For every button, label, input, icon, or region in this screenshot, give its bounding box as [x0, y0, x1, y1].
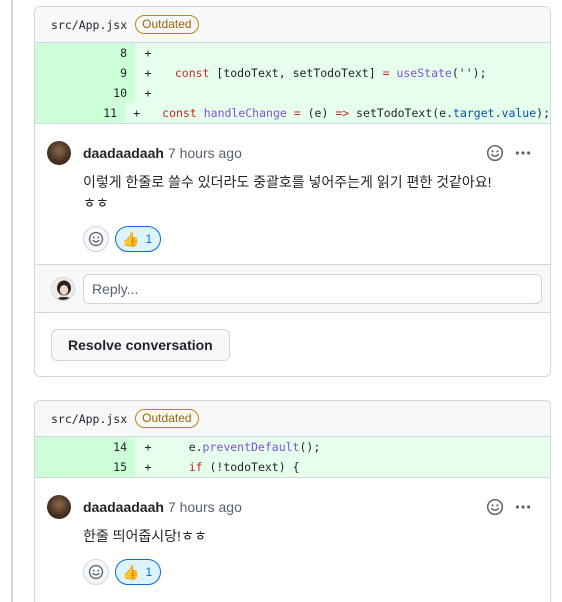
code-text: const [todoText, setTodoText] = useState… — [174, 66, 487, 80]
avatar[interactable] — [47, 495, 71, 519]
diff-sign: + — [144, 460, 152, 474]
line-number[interactable]: 8 — [35, 43, 135, 63]
review-thread: src/App.jsx Outdated 14 + e.preventDefaul… — [34, 400, 551, 602]
review-comment: daadaadaah 7 hours ago 한줄 띄어줍시당!ㅎㅎ 👍 1 — [35, 477, 550, 597]
diff-line: 15 + if (!todoText) { — [35, 457, 550, 477]
thumbs-up-icon: 👍 — [122, 230, 140, 247]
reply-input[interactable] — [83, 273, 542, 304]
reaction-count: 1 — [145, 565, 153, 579]
code-text: e.preventDefault(); — [161, 440, 321, 454]
line-number[interactable]: 9 — [35, 63, 135, 83]
comment-body: 한줄 띄어줍시당!ㅎㅎ — [83, 526, 534, 547]
comment-body: 이렇게 한줄로 쓸수 있더라도 중괄호를 넣어주는게 읽기 편한 것같아요! ㅎ… — [83, 172, 534, 214]
thumbs-up-reaction-button[interactable]: 👍 1 — [115, 559, 162, 585]
diff-line: 9 + const [todoText, setTodoText] = useSt… — [35, 63, 550, 83]
current-user-avatar — [51, 276, 75, 301]
code-text: const handleChange = (e) => setTodoText(… — [162, 106, 550, 120]
diff-line: 11 + const handleChange = (e) => setTodoT… — [35, 103, 550, 123]
smiley-icon — [88, 231, 104, 247]
line-number[interactable]: 14 — [35, 437, 135, 457]
reactions-bar: 👍 1 — [83, 559, 534, 585]
file-header: src/App.jsx Outdated — [35, 401, 550, 437]
smiley-icon[interactable] — [484, 496, 506, 518]
reaction-count: 1 — [145, 232, 153, 246]
comment-text: 이렇게 한줄로 쓸수 있더라도 중괄호를 넣어주는게 읽기 편한 것같아요! — [83, 174, 492, 190]
diff-sign: + — [144, 46, 152, 60]
reply-row — [35, 264, 550, 312]
smiley-icon[interactable] — [484, 142, 506, 164]
kebab-horizontal-icon[interactable] — [512, 496, 534, 518]
avatar[interactable] — [47, 141, 71, 165]
outdated-badge: Outdated — [135, 409, 199, 428]
timeline-rule — [11, 0, 13, 602]
review-thread: src/App.jsx Outdated 8 +9 + const [todoTex… — [34, 6, 551, 377]
resolve-area: Resolve conversation — [35, 312, 550, 376]
add-reaction-button[interactable] — [83, 559, 109, 585]
diff-sign: + — [133, 106, 141, 120]
resolve-conversation-button[interactable]: Resolve conversation — [51, 329, 230, 361]
review-comment: daadaadaah 7 hours ago 이렇게 한줄로 쓸수 있더라도 중… — [35, 123, 550, 264]
file-header: src/App.jsx Outdated — [35, 7, 550, 43]
diff-sign: + — [144, 86, 152, 100]
smiley-icon — [88, 564, 104, 580]
line-number[interactable]: 10 — [35, 83, 135, 103]
comment-author[interactable]: daadaadaah — [83, 145, 164, 161]
diff-line: 14 + e.preventDefault(); — [35, 437, 550, 457]
file-path-link[interactable]: src/App.jsx — [51, 412, 127, 426]
diff-hunk: 14 + e.preventDefault(); 15 + if (!todoText… — [35, 437, 550, 477]
line-number[interactable]: 15 — [35, 457, 135, 477]
add-reaction-button[interactable] — [83, 226, 109, 252]
file-path-link[interactable]: src/App.jsx — [51, 18, 127, 32]
kebab-horizontal-icon[interactable] — [512, 142, 534, 164]
outdated-badge: Outdated — [135, 15, 199, 34]
comment-timestamp[interactable]: 7 hours ago — [168, 499, 242, 515]
comment-author[interactable]: daadaadaah — [83, 499, 164, 515]
diff-sign: + — [144, 440, 152, 454]
comment-text: 한줄 띄어줍시당!ㅎㅎ — [83, 528, 207, 544]
code-text: if (!todoText) { — [188, 460, 300, 474]
comment-text: ㅎㅎ — [83, 195, 109, 211]
diff-line: 8 + — [35, 43, 550, 63]
line-number[interactable]: 11 — [35, 103, 126, 123]
diff-sign: + — [144, 66, 152, 80]
thumbs-up-reaction-button[interactable]: 👍 1 — [115, 226, 162, 252]
diff-line: 10 + — [35, 83, 550, 103]
comment-timestamp[interactable]: 7 hours ago — [168, 145, 242, 161]
thumbs-up-icon: 👍 — [122, 563, 140, 580]
reactions-bar: 👍 1 — [83, 226, 534, 252]
diff-hunk: 8 +9 + const [todoText, setTodoText] = use… — [35, 43, 550, 123]
